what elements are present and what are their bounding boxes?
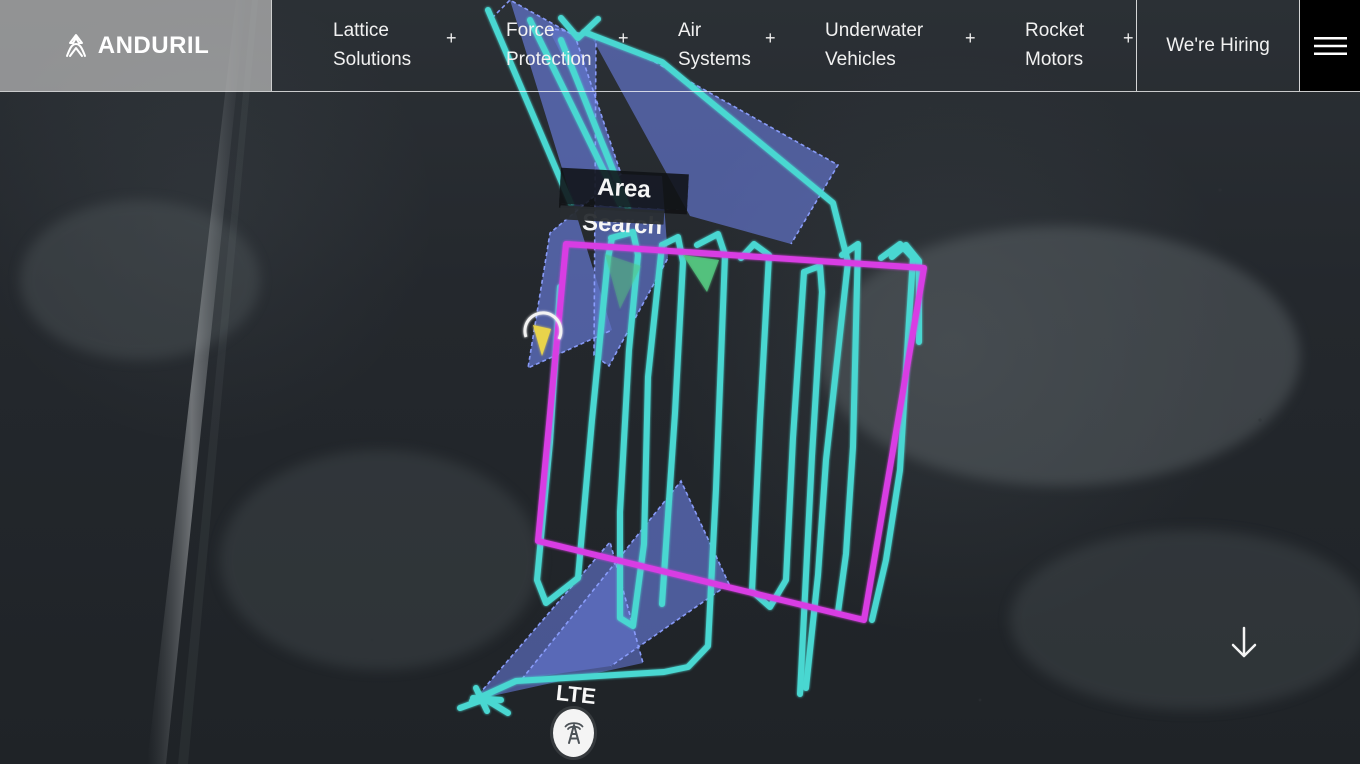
nav-line-lattice: Lattice [333,20,389,41]
nav-line-air: Air [678,20,702,41]
expand-icon-air-systems: + [765,28,776,48]
nav-label-air-systems: Air Systems [678,17,751,73]
nav-item-rocket-motors[interactable]: Rocket Motors + [1025,17,1142,77]
were-hiring-link[interactable]: We're Hiring [1136,0,1300,91]
nav-item-lattice-solutions[interactable]: Lattice Solutions + [333,17,463,77]
nav-item-air-systems[interactable]: Air Systems + [678,17,783,77]
anduril-logo-icon [65,33,86,57]
background-texture [20,200,1360,710]
scroll-down-button[interactable] [1226,624,1262,662]
expand-icon-lattice-solutions: + [446,28,457,48]
lte-badge [553,709,594,757]
nav-line-protection: Protection [506,49,592,70]
nav-label-lattice-solutions: Lattice Solutions [333,17,411,73]
nav-item-force-protection[interactable]: Force Protection + [506,17,630,77]
brand-lockup[interactable]: ANDURIL [0,0,272,91]
arrow-down-icon [1231,626,1257,658]
nav-line-underwater: Underwater [825,20,924,41]
top-navigation: ANDURIL Lattice Solutions + Force Protec… [0,0,1360,92]
primary-nav: Lattice Solutions + Force Protection + A… [272,0,1136,91]
nav-label-rocket-motors: Rocket Motors [1025,17,1084,73]
lte-label: LTE [554,679,598,710]
nav-label-underwater-vehicles: Underwater Vehicles [825,17,923,73]
hero-background [20,0,1360,764]
nav-line-force: Force [506,20,555,41]
expand-icon-underwater-vehicles: + [965,28,976,48]
page: ANDURIL Lattice Solutions + Force Protec… [0,0,1360,764]
nav-line-systems: Systems [678,49,751,70]
nav-line-solutions: Solutions [333,49,412,70]
nav-line-rocket: Rocket [1025,20,1085,41]
hamburger-menu-icon [1313,36,1347,55]
radio-tower-icon [564,722,583,744]
nav-line-vehicles: Vehicles [825,49,896,70]
nav-line-motors: Motors [1025,49,1084,70]
expand-icon-force-protection: + [618,28,629,48]
menu-button[interactable] [1300,0,1360,91]
area-search-label: Area Search [559,167,689,240]
expand-icon-rocket-motors: + [1123,28,1134,48]
brand-name: ANDURIL [97,31,210,59]
nav-item-underwater-vehicles[interactable]: Underwater Vehicles + [825,17,979,77]
nav-label-force-protection: Force Protection [506,17,592,73]
